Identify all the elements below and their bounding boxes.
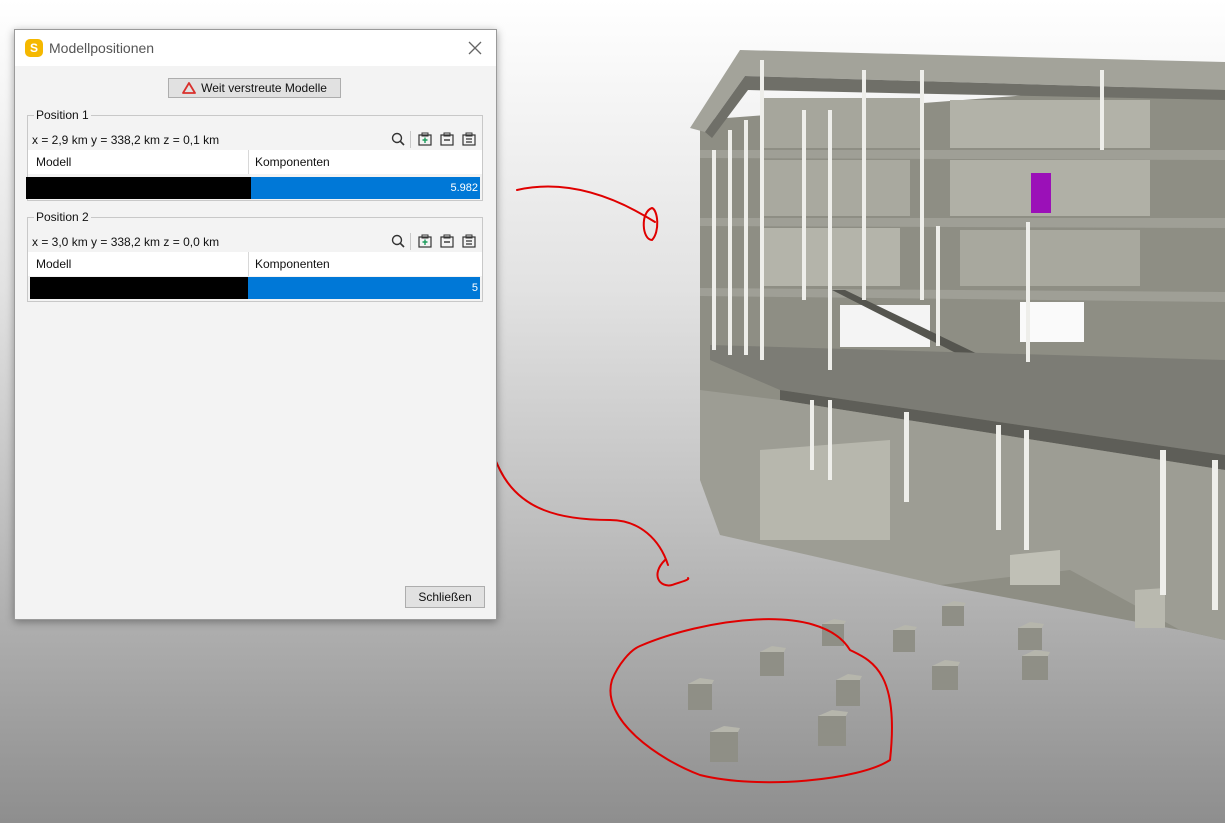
list-model-icon[interactable] bbox=[461, 131, 477, 147]
toolbar-separator bbox=[410, 131, 411, 148]
close-button[interactable]: Schließen bbox=[405, 586, 485, 608]
table-header: Modell Komponenten bbox=[28, 150, 482, 174]
dialog-title: Modellpositionen bbox=[49, 40, 155, 56]
position-group-2: Position 2 x = 3,0 km y = 338,2 km z = 0… bbox=[27, 210, 483, 302]
scattered-models-button[interactable]: Weit verstreute Modelle bbox=[168, 78, 341, 98]
components-cell: 5.982 bbox=[251, 177, 480, 199]
position-coords: x = 2,9 km y = 338,2 km z = 0,1 km bbox=[32, 133, 220, 147]
close-icon[interactable] bbox=[462, 36, 488, 60]
title-bar: S Modellpositionen bbox=[15, 30, 496, 66]
position-group-1: Position 1 x = 2,9 km y = 338,2 km z = 0… bbox=[26, 108, 483, 201]
search-icon[interactable] bbox=[390, 233, 406, 249]
add-model-icon[interactable] bbox=[417, 131, 433, 147]
column-header-components[interactable]: Komponenten bbox=[248, 252, 480, 276]
table-header: Modell Komponenten bbox=[28, 252, 482, 276]
column-header-model[interactable]: Modell bbox=[30, 252, 248, 276]
position-legend: Position 1 bbox=[34, 108, 91, 122]
toolbar-separator bbox=[410, 233, 411, 250]
building-model bbox=[690, 50, 1225, 640]
scattered-models bbox=[688, 601, 1050, 762]
components-cell: 5 bbox=[248, 277, 480, 299]
remove-model-icon[interactable] bbox=[439, 131, 455, 147]
search-icon[interactable] bbox=[390, 131, 406, 147]
column-header-model[interactable]: Modell bbox=[30, 150, 248, 174]
model-name-cell bbox=[26, 177, 251, 199]
remove-model-icon[interactable] bbox=[439, 233, 455, 249]
list-model-icon[interactable] bbox=[461, 233, 477, 249]
app-icon: S bbox=[25, 39, 43, 57]
model-name-cell bbox=[30, 277, 248, 299]
scattered-models-label: Weit verstreute Modelle bbox=[201, 81, 327, 95]
model-positions-dialog: S Modellpositionen Weit verstreute Model… bbox=[14, 29, 497, 620]
warning-icon bbox=[182, 82, 196, 94]
position-coords: x = 3,0 km y = 338,2 km z = 0,0 km bbox=[32, 235, 220, 249]
column-header-components[interactable]: Komponenten bbox=[248, 150, 480, 174]
table-row[interactable]: 5.982 bbox=[26, 177, 482, 199]
position-legend: Position 2 bbox=[34, 210, 91, 224]
add-model-icon[interactable] bbox=[417, 233, 433, 249]
table-row[interactable]: 5 bbox=[28, 277, 482, 299]
